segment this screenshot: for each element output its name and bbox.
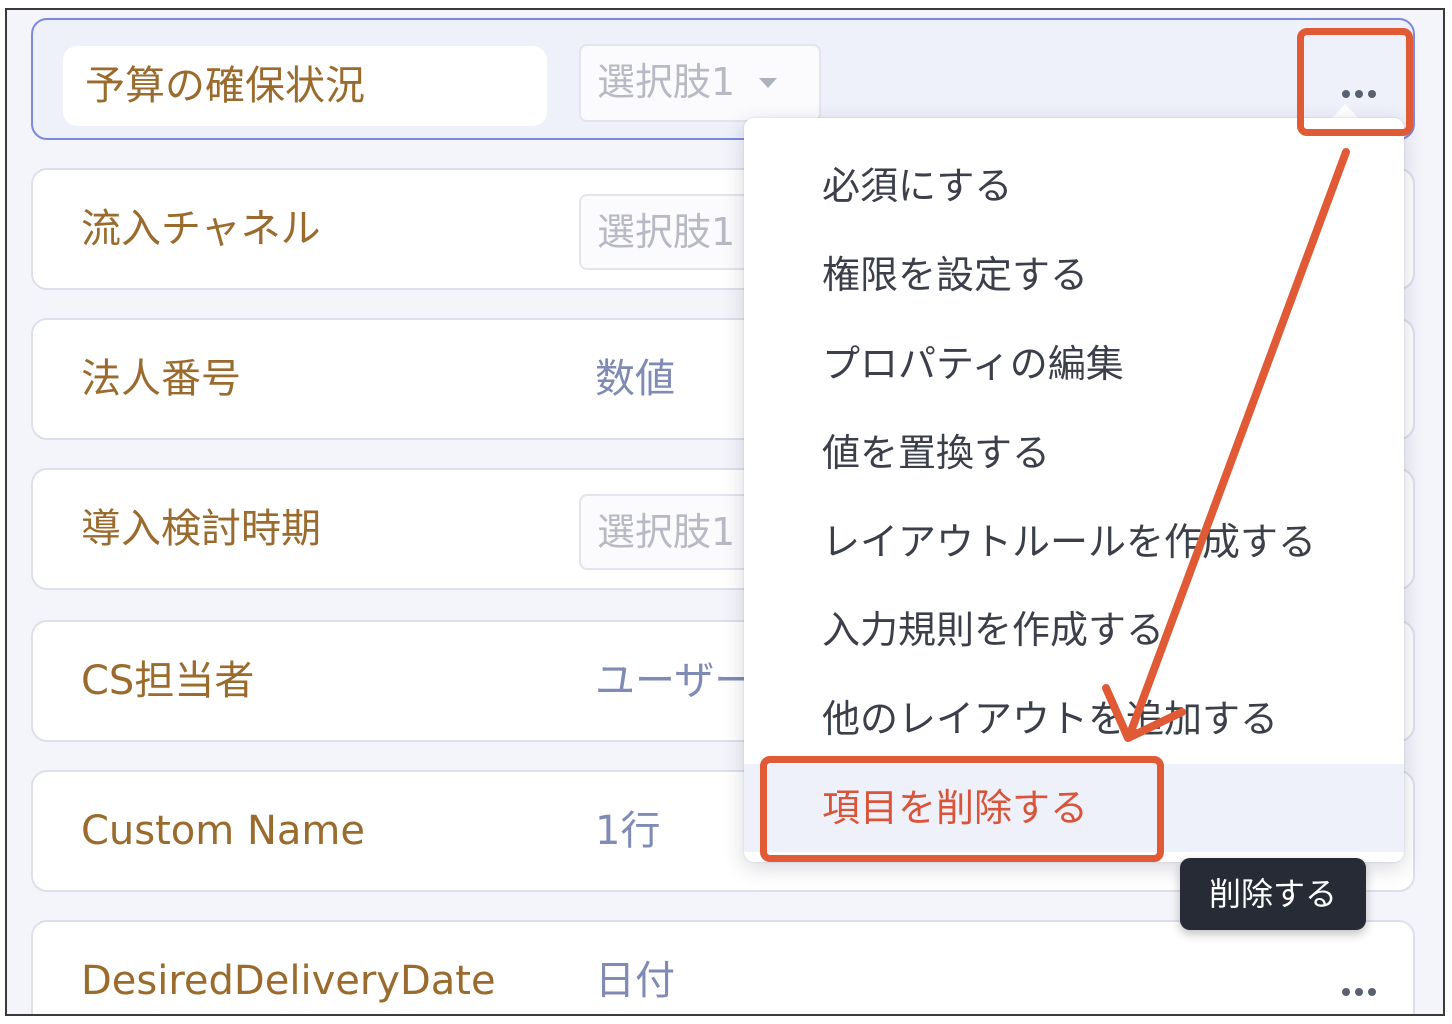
arrow-shaft <box>1126 148 1350 738</box>
annotation-arrow <box>1102 148 1350 742</box>
